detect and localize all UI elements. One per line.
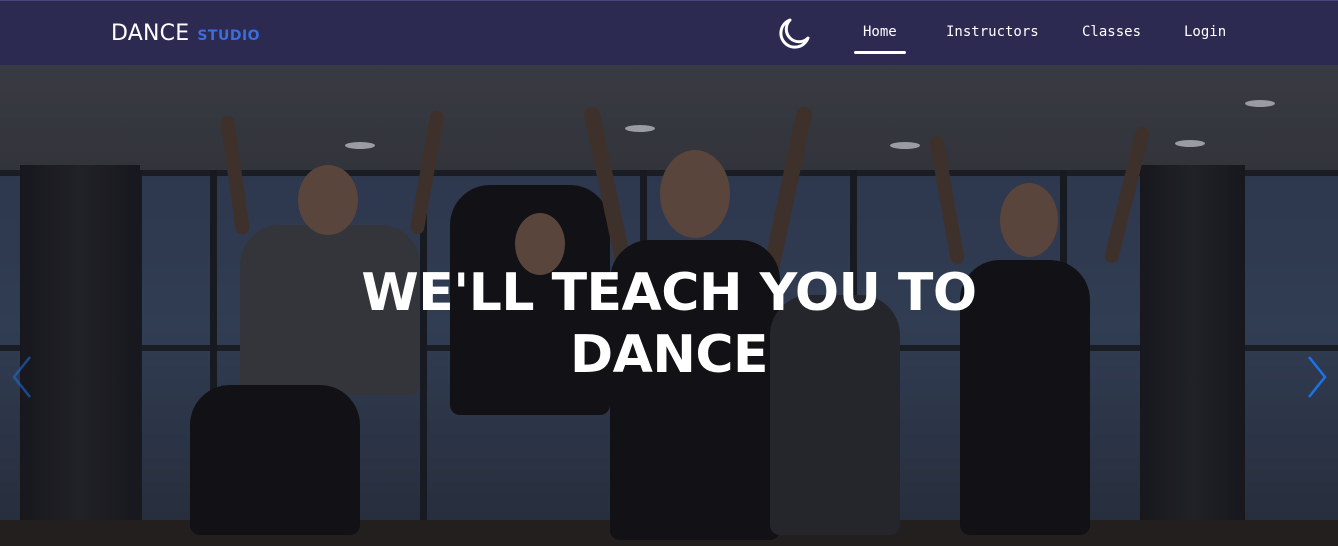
moon-icon[interactable] [776,16,812,52]
hero-carousel: WE'LL TEACH YOU TO DANCE [0,65,1338,546]
chevron-right-icon[interactable] [1305,353,1329,401]
nav-home[interactable]: Home [854,24,906,54]
nav-instructors[interactable]: Instructors [946,24,1039,40]
nav-classes[interactable]: Classes [1082,24,1141,40]
top-navbar: DANCE STUDIO Home Instructors Classes Lo… [0,0,1338,65]
hero-headline-line-2: DANCE [569,325,769,385]
brand-name: DANCE [111,21,190,46]
brand-accent: STUDIO [197,28,261,44]
hero-headline-line-1: WE'LL TEACH YOU TO [361,263,977,323]
brand-logo[interactable]: DANCE STUDIO [111,21,260,46]
hero-headline: WE'LL TEACH YOU TO DANCE [0,262,1338,386]
nav-login[interactable]: Login [1184,24,1226,40]
chevron-left-icon[interactable] [10,353,34,401]
